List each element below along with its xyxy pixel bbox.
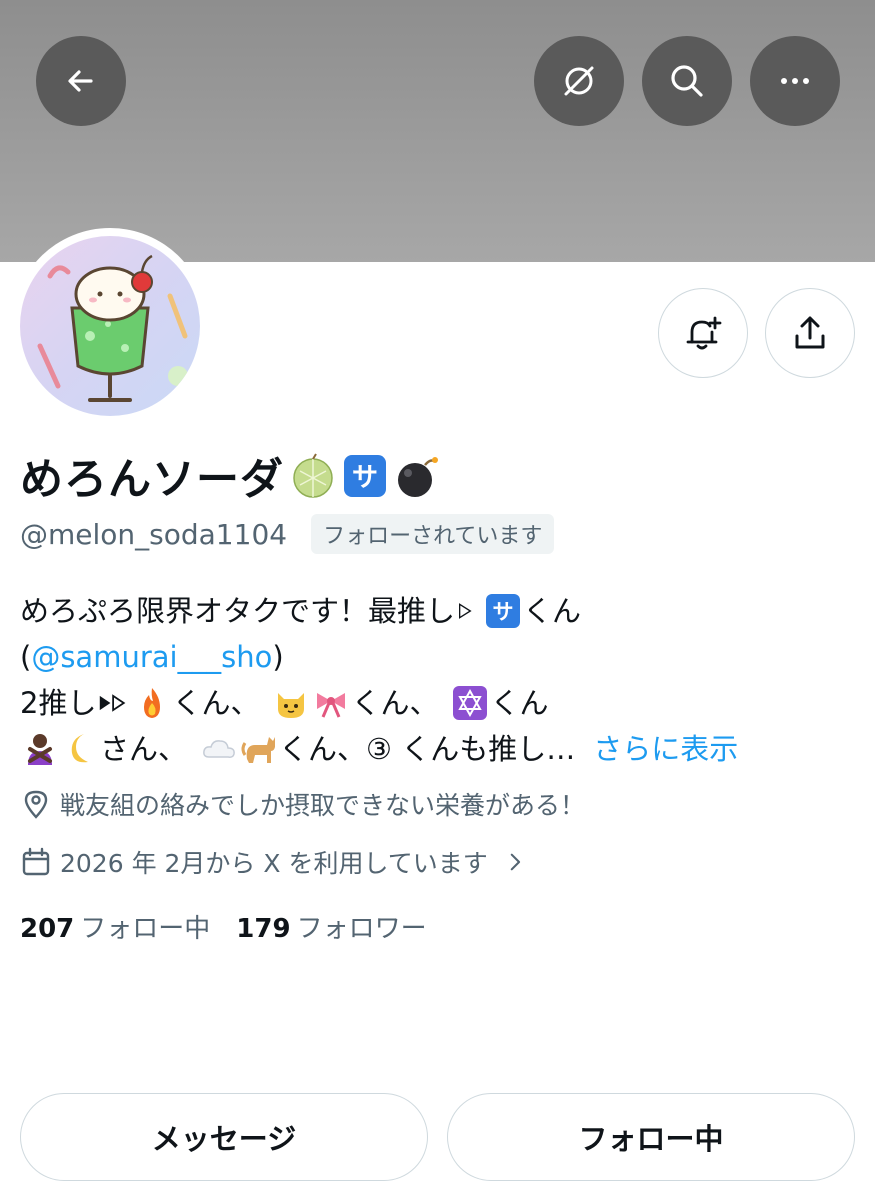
fire-icon — [144, 688, 161, 718]
cat-face-icon — [278, 693, 305, 718]
bio-kun-4: くん、 — [279, 732, 367, 766]
show-more-link[interactable]: さらに表示 — [593, 726, 738, 772]
cloud-icon — [203, 740, 235, 758]
bio-text-1: めろぷろ限界オタクです！最推し — [20, 594, 456, 628]
svg-text:サ: サ — [352, 463, 378, 493]
back-button[interactable] — [36, 36, 126, 126]
handle: @melon_soda1104 — [20, 517, 288, 551]
avatar-image — [20, 236, 200, 416]
display-name: めろんソーダ — [20, 455, 284, 505]
sa-button-icon: サ — [344, 455, 386, 497]
notify-button[interactable] — [658, 288, 748, 378]
bio-line-2: ( @samurai___sho ) — [20, 634, 860, 680]
bio-text-1-suffix: くん — [523, 594, 582, 628]
followers-label: フォロワー — [296, 914, 427, 944]
bio-paren-close: ) — [272, 640, 284, 674]
chevron-right-icon — [510, 853, 520, 871]
melon-icon — [293, 453, 333, 498]
svg-text:サ: サ — [493, 600, 514, 624]
bio-kun-2: くん、 — [351, 686, 439, 720]
bomb-icon — [398, 457, 438, 497]
calendar-icon — [22, 847, 50, 876]
bio-text-3-prefix: 2推し — [20, 686, 97, 720]
person-gesturing-no-icon — [28, 734, 52, 765]
location-pin-icon — [24, 790, 48, 819]
share-button[interactable] — [765, 288, 855, 378]
following-count: 207 — [20, 914, 75, 944]
bio-line-3: 2推し くん、 くん、 くん — [20, 680, 860, 726]
avatar[interactable] — [12, 228, 208, 424]
search-icon — [671, 65, 703, 97]
bio-line-1: めろぷろ限界オタクです！最推し サ くん — [20, 588, 860, 634]
joined-text: 2026 年 2月から X を利用しています — [60, 849, 488, 878]
location-text: 戦友組の絡みでしか摂取できない栄養がある！ — [60, 791, 586, 820]
follows-you-badge: フォローされています — [311, 514, 555, 554]
grok-button[interactable] — [534, 36, 624, 126]
following-button[interactable]: フォロー中 — [447, 1093, 855, 1181]
handle-row: @melon_soda1104 フォローされています — [20, 514, 555, 554]
more-button[interactable] — [750, 36, 840, 126]
bio-kun-1: くん、 — [172, 686, 260, 720]
arrow-left-icon — [68, 70, 93, 92]
more-dots-icon — [781, 78, 809, 84]
crescent-moon-icon — [71, 734, 88, 763]
bio-tail: ③ くんも推し… — [366, 732, 576, 766]
bio-san: さん、 — [100, 732, 188, 766]
play-arrows-icon — [100, 694, 126, 712]
play-outline-icon — [459, 603, 472, 619]
location-row: 戦友組の絡みでしか摂取できない栄養がある！ — [20, 786, 585, 822]
profile-banner — [0, 0, 875, 262]
bell-plus-icon — [686, 316, 722, 350]
following-stat[interactable]: 207 フォロー中 — [20, 908, 210, 945]
bio-paren-open: ( — [20, 640, 32, 674]
bio-mention-link[interactable]: @samurai___sho — [31, 634, 272, 680]
joined-row[interactable]: 2026 年 2月から X を利用しています — [20, 844, 528, 880]
bio: めろぷろ限界オタクです！最推し サ くん ( @samurai___sho ) … — [20, 588, 860, 772]
display-name-row: めろんソーダ サ — [20, 446, 440, 506]
followers-stat[interactable]: 179 フォロワー — [236, 908, 426, 945]
sa-button-icon: サ — [486, 594, 521, 628]
following-label: フォロー中 — [80, 914, 211, 944]
follow-stats: 207 フォロー中 179 フォロワー — [20, 908, 427, 945]
star-of-david-icon — [453, 686, 488, 720]
followers-count: 179 — [236, 914, 291, 944]
bio-line-4: さん、 くん、 ③ くんも推し… さらに表示 — [20, 726, 860, 772]
cat-icon — [241, 737, 276, 763]
message-button[interactable]: メッセージ — [20, 1093, 428, 1181]
bio-kun-3: くん — [490, 686, 549, 720]
search-button[interactable] — [642, 36, 732, 126]
grok-icon — [564, 66, 594, 96]
share-icon — [795, 316, 825, 349]
ribbon-icon — [317, 693, 346, 718]
